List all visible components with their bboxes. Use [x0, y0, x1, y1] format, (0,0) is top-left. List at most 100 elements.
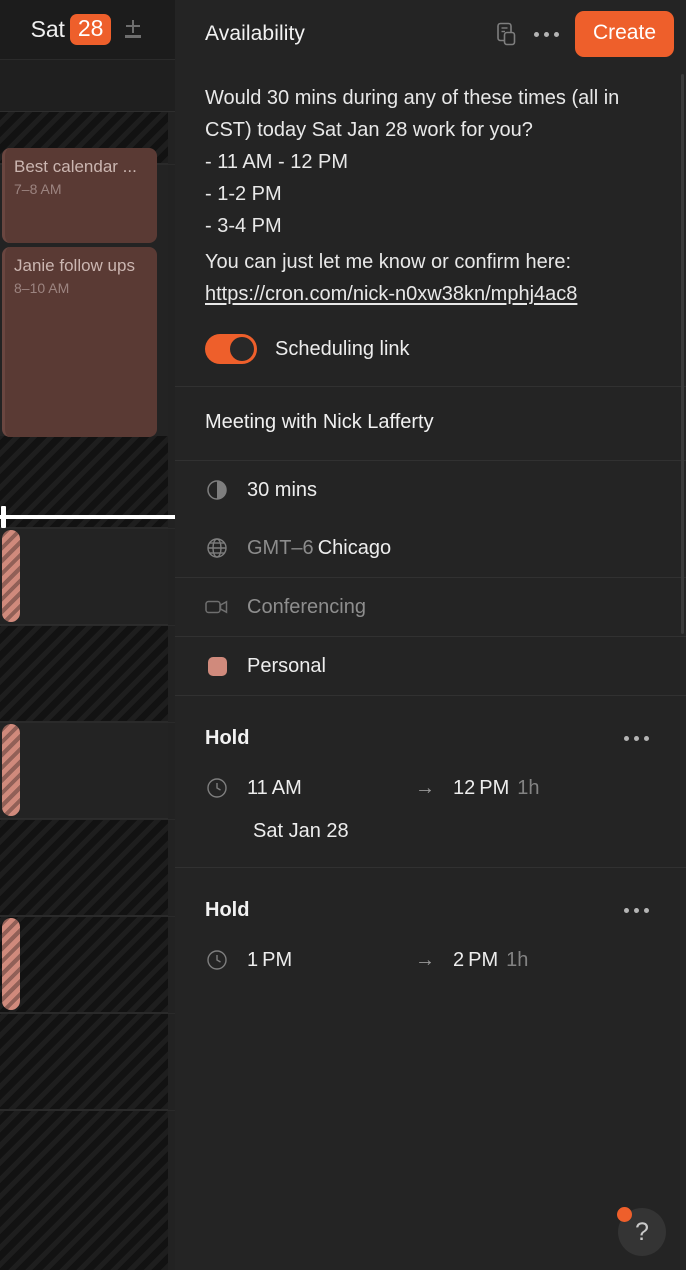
hold-header: Hold	[205, 718, 656, 758]
calendar-select-label: Personal	[247, 654, 326, 677]
duration-row[interactable]: 30 mins	[175, 461, 686, 519]
calendar-date-header: Sat 28	[0, 0, 175, 60]
calendar-busy-hatch	[0, 1111, 168, 1270]
more-options-icon[interactable]	[616, 890, 656, 930]
hold-duration: 1h	[506, 948, 529, 971]
timezone-city: Chicago	[317, 536, 392, 559]
calendar-hold-block[interactable]	[2, 918, 20, 1010]
plus-horizontal-stroke	[126, 24, 141, 27]
conferencing-row[interactable]: Conferencing	[175, 578, 686, 636]
dot	[643, 735, 649, 741]
hold-end-wrap: 2 PM 1h	[453, 949, 528, 972]
scheduling-link-toggle[interactable]	[205, 334, 257, 364]
hold-block: Hold 1 PM → 2 PM 1h	[175, 868, 686, 996]
calendar-busy-hatch	[0, 1014, 168, 1110]
hour-gridline	[0, 819, 175, 820]
color-swatch-shape	[207, 656, 227, 676]
calendar-event-time: 8–10 AM	[14, 280, 70, 296]
calendar-color-swatch	[205, 654, 229, 678]
timezone-row[interactable]: GMT–6 Chicago	[175, 519, 686, 577]
meeting-title-field[interactable]: Meeting with Nick Lafferty	[175, 387, 686, 460]
conferencing-label: Conferencing	[247, 595, 366, 618]
hour-gridline	[0, 916, 175, 917]
time-arrow-icon: →	[415, 948, 435, 971]
detail-panel: Availability Create Would 30 mins during	[175, 0, 686, 1270]
hold-block: Hold 11 AM → 12 PM 1h Sat Jan 28	[175, 696, 686, 867]
hold-end-time[interactable]: 2 PM	[453, 949, 498, 971]
timezone-offset: GMT–6	[247, 536, 314, 559]
timezone-value: GMT–6 Chicago	[247, 537, 391, 560]
dot	[643, 907, 649, 913]
hour-gridline	[0, 1013, 175, 1014]
calendar-select-row[interactable]: Personal	[175, 637, 686, 695]
calendar-busy-hatch	[0, 820, 168, 916]
scheduling-link-toggle-row: Scheduling link	[175, 316, 686, 386]
calendar-open-slot[interactable]	[0, 529, 168, 625]
toggle-knob	[230, 337, 254, 361]
availability-description[interactable]: Would 30 mins during any of these times …	[175, 68, 686, 246]
duplicate-document-icon[interactable]	[487, 14, 527, 54]
time-arrow-icon: →	[415, 776, 435, 799]
hold-time-row[interactable]: 11 AM → 12 PM 1h	[205, 776, 656, 800]
hold-header: Hold	[205, 890, 656, 930]
panel-header: Availability Create	[175, 0, 686, 68]
current-time-knob	[1, 506, 6, 528]
calendar-hold-block[interactable]	[2, 724, 20, 816]
calendar-event[interactable]: Best calendar ... 7–8 AM	[2, 148, 157, 243]
scheduling-link-url[interactable]: https://cron.com/nick-n0xw38kn/mphj4ac8	[205, 283, 577, 305]
app-root: Sat 28 Best calendar ... 7–8 AM Janie fo…	[0, 0, 686, 1270]
notification-dot	[617, 1207, 632, 1222]
hold-start-time[interactable]: 1 PM	[247, 949, 397, 972]
hold-start-time[interactable]: 11 AM	[247, 777, 397, 800]
more-options-icon[interactable]	[616, 718, 656, 758]
hold-date[interactable]: Sat Jan 28	[253, 820, 656, 843]
scheduling-link-block: You can just let me know or confirm here…	[175, 246, 686, 316]
calendar-hold-block[interactable]	[2, 530, 20, 622]
panel-scrollbar[interactable]	[681, 74, 684, 634]
hold-time-row[interactable]: 1 PM → 2 PM 1h	[205, 948, 656, 972]
calendar-event[interactable]: Janie follow ups 8–10 AM	[2, 247, 157, 437]
dot	[633, 907, 639, 913]
calendar-date-chip[interactable]: Sat 28	[30, 14, 112, 45]
plus-underline-icon[interactable]	[122, 17, 144, 43]
duration-value: 30 mins	[247, 478, 318, 501]
calendar-day-number: 28	[69, 14, 112, 45]
hold-title: Hold	[205, 726, 250, 749]
hold-end-time[interactable]: 12 PM	[453, 777, 509, 799]
hour-gridline	[0, 722, 175, 723]
dot	[534, 31, 540, 37]
more-dots	[534, 31, 560, 37]
calendar-grid[interactable]: Best calendar ... 7–8 AM Janie follow up…	[0, 112, 175, 1270]
calendar-busy-hatch	[0, 917, 168, 1013]
hold-end-wrap: 12 PM 1h	[453, 777, 540, 800]
all-day-row[interactable]	[0, 60, 175, 112]
link-intro-text: You can just let me know or confirm here…	[205, 251, 572, 273]
calendar-event-time: 7–8 AM	[14, 181, 62, 197]
half-circle-duration-icon	[205, 478, 229, 502]
hold-title: Hold	[205, 898, 250, 921]
scheduling-link-toggle-label: Scheduling link	[275, 337, 410, 360]
hour-gridline	[0, 1110, 175, 1111]
hour-gridline	[0, 528, 175, 529]
globe-icon	[205, 536, 229, 560]
hold-duration: 1h	[517, 776, 540, 799]
calendar-day-of-week: Sat	[30, 16, 65, 42]
create-button[interactable]: Create	[574, 11, 674, 57]
hour-gridline	[0, 625, 175, 626]
more-options-icon[interactable]	[527, 14, 567, 54]
calendar-open-slot[interactable]	[0, 723, 168, 819]
dot	[623, 735, 629, 741]
more-dots	[623, 735, 649, 741]
current-time-line	[0, 515, 175, 519]
dot	[554, 31, 560, 37]
dot	[623, 907, 629, 913]
clock-icon	[205, 948, 229, 972]
calendar-event-title: Janie follow ups	[14, 256, 135, 275]
calendar-busy-hatch	[0, 626, 168, 722]
more-dots	[623, 907, 649, 913]
calendar-column: Sat 28 Best calendar ... 7–8 AM Janie fo…	[0, 0, 175, 1270]
clock-icon	[205, 776, 229, 800]
calendar-event-title: Best calendar ...	[14, 157, 137, 176]
panel-title: Availability	[205, 22, 306, 45]
underline-stroke	[125, 34, 142, 38]
